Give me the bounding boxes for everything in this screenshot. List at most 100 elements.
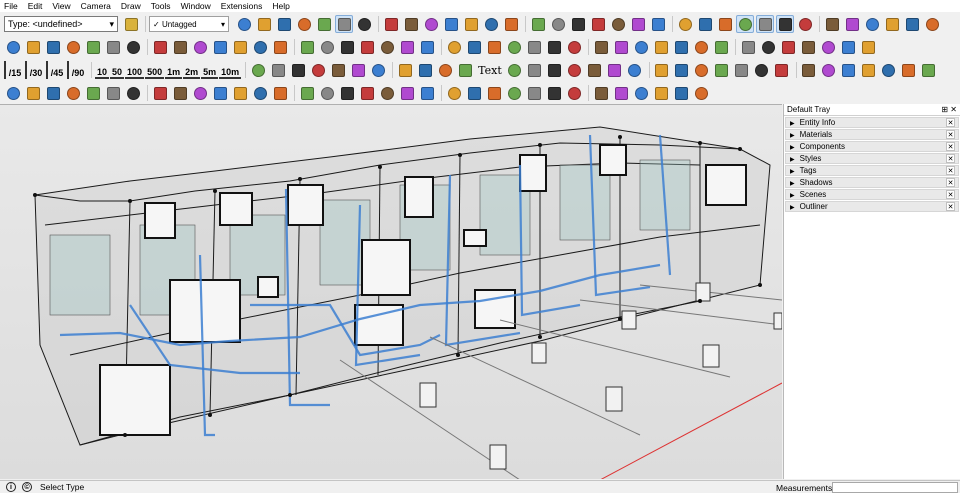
scale-icon[interactable]: [171, 38, 189, 56]
tray-panel[interactable]: ▶ Tags ✕: [785, 165, 959, 176]
move-icon[interactable]: [759, 38, 777, 56]
dimension-snap-button[interactable]: 1m: [165, 61, 183, 79]
component-icon[interactable]: [900, 61, 918, 79]
close-icon[interactable]: ✕: [946, 166, 955, 175]
grip-icon[interactable]: [506, 61, 524, 79]
tape-icon[interactable]: [525, 38, 543, 56]
menu-item[interactable]: Draw: [121, 1, 141, 11]
text-icon[interactable]: [565, 38, 583, 56]
door-icon[interactable]: [753, 61, 771, 79]
cube-icon[interactable]: [378, 84, 396, 102]
eraser-icon[interactable]: [338, 38, 356, 56]
menu-item[interactable]: Camera: [81, 1, 111, 11]
array-icon[interactable]: [436, 61, 454, 79]
tray-panel[interactable]: ▶ Entity Info ✕: [785, 117, 959, 128]
solid-subtract-icon[interactable]: [485, 84, 503, 102]
user-icon[interactable]: [398, 84, 416, 102]
orbit-icon[interactable]: [756, 15, 774, 33]
tag-selector[interactable]: ✓ Untagged ▾: [149, 16, 229, 32]
rotate-view-icon[interactable]: [860, 61, 878, 79]
export-icon[interactable]: [672, 84, 690, 102]
dimension-snap-button[interactable]: 500: [145, 61, 165, 79]
view-iso-icon[interactable]: [863, 15, 881, 33]
pipe-icon[interactable]: [652, 84, 670, 102]
move-icon[interactable]: [124, 38, 142, 56]
style-icon[interactable]: [529, 15, 547, 33]
orbit-icon[interactable]: [335, 15, 353, 33]
cube-icon[interactable]: [612, 84, 630, 102]
close-icon[interactable]: ✕: [946, 142, 955, 151]
tray-pin-close-icons[interactable]: ⊞ ✕: [941, 105, 957, 114]
solid-subtract-icon[interactable]: [251, 84, 269, 102]
dimension-snap-button[interactable]: 50: [110, 61, 125, 79]
orbit-icon[interactable]: [549, 15, 567, 33]
arc-icon[interactable]: [378, 38, 396, 56]
measurements-input[interactable]: [832, 482, 958, 493]
menu-item[interactable]: Edit: [28, 1, 43, 11]
pan-icon[interactable]: [569, 15, 587, 33]
tape-icon[interactable]: [839, 38, 857, 56]
view-front-icon[interactable]: [696, 15, 714, 33]
offset-icon[interactable]: [819, 38, 837, 56]
move-icon[interactable]: [445, 38, 463, 56]
pencil-icon[interactable]: [358, 38, 376, 56]
view-top-icon[interactable]: [883, 15, 901, 33]
label-icon[interactable]: [505, 84, 523, 102]
select-icon[interactable]: [4, 38, 22, 56]
rectangle-icon[interactable]: [84, 38, 102, 56]
model-viewport[interactable]: [0, 104, 782, 479]
undo-icon[interactable]: [318, 84, 336, 102]
undo-icon[interactable]: [84, 84, 102, 102]
export-icon[interactable]: [445, 84, 463, 102]
eraser-icon[interactable]: [652, 38, 670, 56]
measure-icon[interactable]: [592, 84, 610, 102]
style-icon[interactable]: [315, 15, 333, 33]
menu-item[interactable]: Window: [181, 1, 211, 11]
dimension-icon[interactable]: [231, 38, 249, 56]
arc-icon[interactable]: [692, 38, 710, 56]
section-plane-icon[interactable]: [295, 15, 313, 33]
arc-icon[interactable]: [64, 38, 82, 56]
camera-icon[interactable]: [402, 15, 420, 33]
camera-icon[interactable]: [823, 15, 841, 33]
zoom-icon[interactable]: [796, 15, 814, 33]
undo-icon[interactable]: [545, 84, 563, 102]
view-iso-icon[interactable]: [235, 15, 253, 33]
book-icon[interactable]: [64, 84, 82, 102]
walk-icon[interactable]: [422, 15, 440, 33]
push-pull-icon[interactable]: [418, 38, 436, 56]
view-front-icon[interactable]: [482, 15, 500, 33]
layer-icon[interactable]: [338, 84, 356, 102]
wall-icon[interactable]: [349, 61, 367, 79]
menu-item[interactable]: View: [52, 1, 70, 11]
angle-snap-button[interactable]: /15: [4, 61, 24, 79]
push-pull-icon[interactable]: [739, 38, 757, 56]
view-front-icon[interactable]: [903, 15, 921, 33]
layer-icon[interactable]: [565, 84, 583, 102]
solid-union-icon[interactable]: [692, 84, 710, 102]
menu-item[interactable]: Tools: [151, 1, 171, 11]
close-icon[interactable]: ✕: [946, 178, 955, 187]
measure-icon[interactable]: [358, 84, 376, 102]
close-icon[interactable]: ✕: [946, 130, 955, 139]
push-pull-icon[interactable]: [104, 38, 122, 56]
scale-icon[interactable]: [799, 38, 817, 56]
dimension-icon[interactable]: [859, 38, 877, 56]
rectangle-icon[interactable]: [398, 38, 416, 56]
dimension-snap-button[interactable]: 5m: [201, 61, 219, 79]
box-icon[interactable]: [269, 61, 287, 79]
section-plane-icon[interactable]: [716, 15, 734, 33]
pipe-icon[interactable]: [418, 84, 436, 102]
angle-snap-button[interactable]: /45: [46, 61, 66, 79]
offset-icon[interactable]: [191, 38, 209, 56]
axes-icon[interactable]: [592, 38, 610, 56]
material-icon[interactable]: [626, 61, 644, 79]
axes-icon[interactable]: [271, 38, 289, 56]
paint-icon[interactable]: [612, 38, 630, 56]
angle-snap-button[interactable]: /30: [25, 61, 45, 79]
menu-item[interactable]: Extensions: [221, 1, 263, 11]
type-tool-icon[interactable]: [122, 15, 140, 33]
section-plane-icon[interactable]: [502, 15, 520, 33]
scale-icon[interactable]: [485, 38, 503, 56]
style-icon[interactable]: [736, 15, 754, 33]
